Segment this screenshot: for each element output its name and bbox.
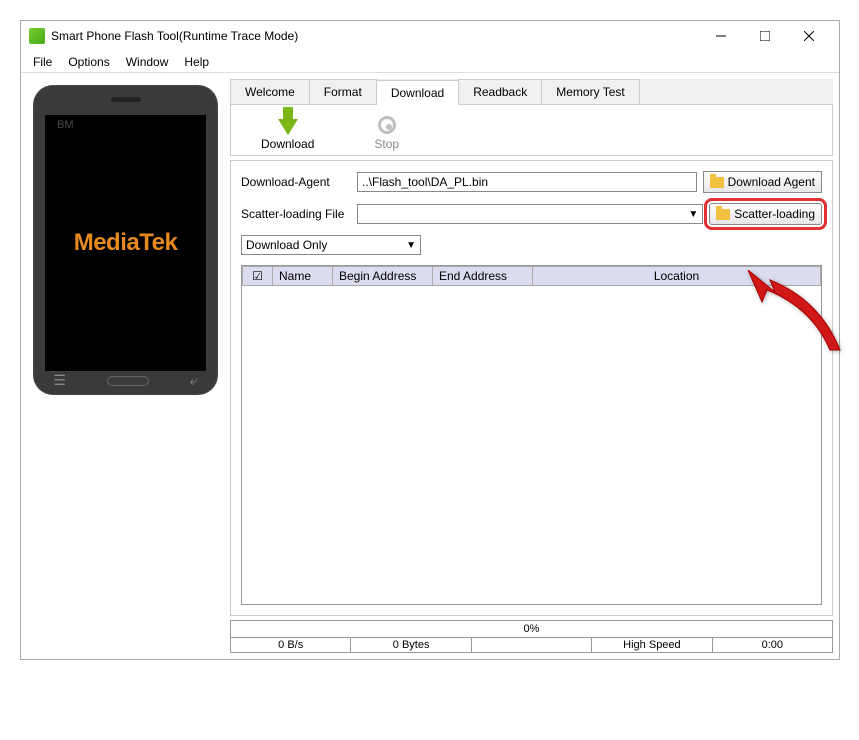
download-arrow-icon xyxy=(278,119,298,135)
tab-memory-test[interactable]: Memory Test xyxy=(541,79,639,104)
status-empty xyxy=(472,638,592,652)
download-button[interactable]: Download xyxy=(261,115,314,151)
phone-buttons: ☰ ⤶ xyxy=(33,372,218,389)
stop-button[interactable]: Stop xyxy=(374,115,399,151)
app-icon xyxy=(29,28,45,44)
title-bar: Smart Phone Flash Tool(Runtime Trace Mod… xyxy=(21,21,839,51)
col-name: Name xyxy=(273,267,333,286)
scatter-loading-button-label: Scatter-loading xyxy=(734,207,815,221)
mode-value: Download Only xyxy=(246,238,327,252)
stop-icon xyxy=(378,116,396,134)
folder-icon xyxy=(710,177,724,188)
download-label: Download xyxy=(261,137,314,151)
menu-file[interactable]: File xyxy=(25,53,60,71)
status-rate: 0 B/s xyxy=(231,638,351,652)
tab-welcome[interactable]: Welcome xyxy=(230,79,310,104)
window-title: Smart Phone Flash Tool(Runtime Trace Mod… xyxy=(51,29,699,43)
progress-bar: 0% xyxy=(230,620,833,638)
mode-dropdown[interactable]: Download Only ▼ xyxy=(241,235,421,255)
col-begin-address: Begin Address xyxy=(333,267,433,286)
status-row: 0 B/s 0 Bytes High Speed 0:00 xyxy=(230,638,833,653)
table-header-row: ☑ Name Begin Address End Address Locatio… xyxy=(243,267,821,286)
status-bytes: 0 Bytes xyxy=(351,638,471,652)
partition-table[interactable]: ☑ Name Begin Address End Address Locatio… xyxy=(241,265,822,605)
col-location: Location xyxy=(533,267,821,286)
status-area: 0% 0 B/s 0 Bytes High Speed 0:00 xyxy=(230,620,833,653)
status-speed: High Speed xyxy=(592,638,712,652)
close-icon xyxy=(804,31,814,41)
maximize-icon xyxy=(760,31,770,41)
menu-help[interactable]: Help xyxy=(176,53,217,71)
menu-bar: File Options Window Help xyxy=(21,51,839,73)
menu-window[interactable]: Window xyxy=(118,53,177,71)
download-agent-input[interactable] xyxy=(357,172,697,192)
toolbar: Download Stop xyxy=(230,105,833,156)
folder-icon xyxy=(716,209,730,220)
chevron-down-icon: ▼ xyxy=(688,209,698,220)
tab-readback[interactable]: Readback xyxy=(458,79,542,104)
scatter-file-input[interactable]: ▼ xyxy=(357,204,703,224)
phone-speaker-icon xyxy=(111,97,141,102)
download-agent-button-label: Download Agent xyxy=(728,175,815,189)
download-agent-label: Download-Agent xyxy=(241,175,351,189)
close-button[interactable] xyxy=(787,22,831,50)
col-check[interactable]: ☑ xyxy=(243,267,273,286)
stop-label: Stop xyxy=(374,137,399,151)
scatter-file-label: Scatter-loading File xyxy=(241,207,351,221)
status-elapsed: 0:00 xyxy=(713,638,832,652)
minimize-button[interactable] xyxy=(699,22,743,50)
mediatek-logo: MediaTek xyxy=(74,229,178,257)
tab-format[interactable]: Format xyxy=(309,79,377,104)
phone-image: BM MediaTek ☰ ⤶ xyxy=(33,85,218,395)
phone-screen: MediaTek xyxy=(45,115,206,371)
menu-options[interactable]: Options xyxy=(60,53,117,71)
chevron-down-icon: ▼ xyxy=(406,240,416,251)
back-key-icon: ⤶ xyxy=(190,372,198,389)
form-area: Download-Agent Download Agent Scatter-lo… xyxy=(230,160,833,616)
download-agent-browse-button[interactable]: Download Agent xyxy=(703,171,822,193)
minimize-icon xyxy=(716,31,726,41)
tab-bar: Welcome Format Download Readback Memory … xyxy=(230,79,833,105)
home-key-icon xyxy=(107,376,149,386)
tab-download[interactable]: Download xyxy=(376,80,459,105)
phone-model: BM xyxy=(57,119,74,131)
main-window: Smart Phone Flash Tool(Runtime Trace Mod… xyxy=(20,20,840,660)
left-panel: BM MediaTek ☰ ⤶ xyxy=(27,79,222,653)
right-panel: Welcome Format Download Readback Memory … xyxy=(230,79,833,653)
scatter-loading-browse-button[interactable]: Scatter-loading xyxy=(709,203,822,225)
col-end-address: End Address xyxy=(433,267,533,286)
menu-key-icon: ☰ xyxy=(53,372,66,389)
maximize-button[interactable] xyxy=(743,22,787,50)
